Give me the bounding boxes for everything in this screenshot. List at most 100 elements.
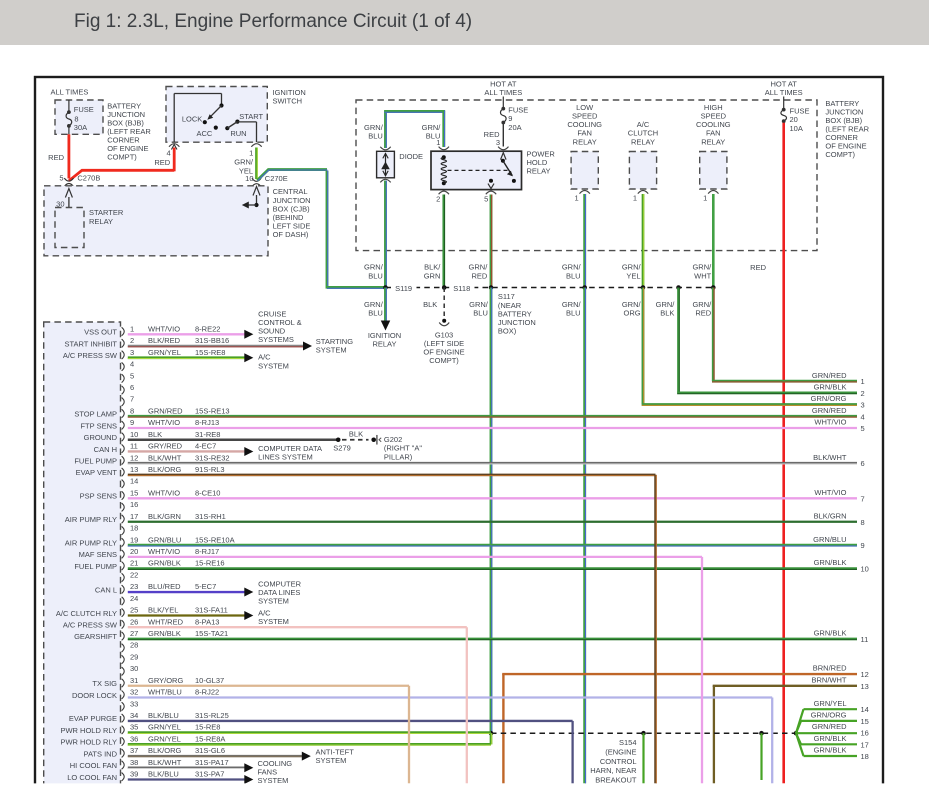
svg-text:20A: 20A [508, 123, 521, 132]
svg-text:38: 38 [130, 758, 138, 767]
svg-text:GRN/ORG: GRN/ORG [811, 711, 847, 720]
svg-text:31S-GL6: 31S-GL6 [195, 746, 225, 755]
svg-text:19: 19 [130, 535, 138, 544]
svg-text:GRY/RED: GRY/RED [148, 442, 183, 451]
svg-text:2: 2 [130, 336, 134, 345]
svg-text:GRN/BLK: GRN/BLK [814, 629, 847, 638]
svg-text:BLK: BLK [349, 429, 363, 438]
svg-text:GRN/RED: GRN/RED [812, 722, 847, 731]
svg-text:31S-FA11: 31S-FA11 [195, 606, 228, 615]
svg-text:RELAY: RELAY [527, 166, 551, 175]
svg-text:WHT/VIO: WHT/VIO [148, 547, 180, 556]
svg-text:1: 1 [633, 194, 637, 203]
svg-text:15: 15 [130, 488, 138, 497]
svg-text:ALL TIMES: ALL TIMES [765, 88, 803, 97]
svg-text:13: 13 [130, 465, 138, 474]
svg-text:22: 22 [130, 570, 138, 579]
svg-text:23: 23 [130, 582, 138, 591]
svg-text:PSP SENS: PSP SENS [80, 492, 117, 501]
svg-text:CONTROL: CONTROL [600, 757, 637, 766]
svg-text:LOCK: LOCK [182, 114, 202, 123]
svg-text:8-RJ22: 8-RJ22 [195, 688, 219, 697]
svg-text:5-EC7: 5-EC7 [195, 582, 216, 591]
svg-text:TX SIG: TX SIG [92, 679, 117, 688]
svg-text:BLK/WHT: BLK/WHT [148, 758, 182, 767]
svg-text:11: 11 [861, 635, 869, 644]
svg-text:GRN: GRN [424, 271, 441, 280]
svg-text:BLK: BLK [148, 430, 162, 439]
svg-text:EVAP PURGE: EVAP PURGE [69, 714, 117, 723]
svg-text:RED: RED [750, 263, 766, 272]
svg-text:FUSE: FUSE [790, 106, 810, 115]
svg-text:9: 9 [130, 418, 134, 427]
svg-text:S154: S154 [619, 738, 637, 747]
svg-text:BLK: BLK [660, 309, 674, 318]
svg-text:RED: RED [695, 309, 711, 318]
svg-text:HI COOL FAN: HI COOL FAN [70, 761, 117, 770]
svg-text:AIR PUMP RLY: AIR PUMP RLY [65, 515, 117, 524]
svg-text:18: 18 [130, 524, 138, 533]
svg-text:GRN/YEL: GRN/YEL [148, 348, 181, 357]
svg-text:15S-RE8: 15S-RE8 [195, 348, 225, 357]
svg-text:WHT/VIO: WHT/VIO [148, 324, 180, 333]
svg-text:31S-PA17: 31S-PA17 [195, 758, 229, 767]
svg-text:5: 5 [484, 195, 488, 204]
svg-text:GRN/ORG: GRN/ORG [811, 394, 847, 403]
svg-text:31: 31 [130, 676, 138, 685]
svg-text:BLU: BLU [473, 309, 488, 318]
svg-text:HARN, NEAR: HARN, NEAR [590, 766, 637, 775]
svg-text:FUSE: FUSE [508, 105, 528, 114]
svg-text:BLU: BLU [368, 132, 383, 141]
svg-text:14: 14 [130, 477, 138, 486]
svg-text:15-RE8A: 15-RE8A [195, 734, 225, 743]
svg-text:BREAKOUT: BREAKOUT [595, 776, 637, 785]
svg-text:RED: RED [154, 158, 170, 167]
svg-text:15-RE8: 15-RE8 [195, 723, 220, 732]
svg-text:GRN/BLK: GRN/BLK [814, 558, 847, 567]
svg-text:BLK/BLU: BLK/BLU [148, 711, 179, 720]
svg-text:21: 21 [130, 559, 138, 568]
svg-text:(ENGINE: (ENGINE [605, 747, 636, 756]
svg-text:GRN/RED: GRN/RED [812, 406, 847, 415]
svg-text:31S-RH1: 31S-RH1 [195, 512, 226, 521]
svg-text:S119: S119 [395, 284, 412, 293]
svg-text:8-CE10: 8-CE10 [195, 488, 220, 497]
svg-text:START INHIBIT: START INHIBIT [64, 339, 117, 348]
svg-text:BLK/YEL: BLK/YEL [148, 606, 178, 615]
svg-text:S279: S279 [333, 443, 351, 452]
svg-text:BRN/WHT: BRN/WHT [812, 675, 847, 684]
svg-text:LINES SYSTEM: LINES SYSTEM [258, 452, 313, 461]
svg-text:15: 15 [861, 717, 869, 726]
svg-text:WHT/RED: WHT/RED [148, 617, 184, 626]
svg-text:1: 1 [436, 138, 440, 147]
svg-text:16: 16 [861, 729, 869, 738]
svg-text:26: 26 [130, 617, 138, 626]
svg-text:PWR HOLD RLY: PWR HOLD RLY [60, 738, 117, 747]
svg-text:17: 17 [130, 512, 138, 521]
svg-text:S118: S118 [453, 284, 470, 293]
svg-text:GRN/BLK: GRN/BLK [814, 734, 847, 743]
svg-text:WHT: WHT [694, 271, 711, 280]
svg-text:WHT/VIO: WHT/VIO [148, 488, 180, 497]
svg-text:C270B: C270B [77, 174, 100, 183]
svg-text:WHT/VIO: WHT/VIO [814, 488, 846, 497]
svg-text:15S-TA21: 15S-TA21 [195, 629, 228, 638]
svg-text:GRN/YEL: GRN/YEL [148, 734, 181, 743]
svg-text:5: 5 [861, 424, 865, 433]
svg-text:BOX): BOX) [498, 327, 517, 336]
svg-text:GRN/YEL: GRN/YEL [814, 699, 847, 708]
svg-text:BLK/GRN: BLK/GRN [814, 511, 847, 520]
svg-text:FUEL PUMP: FUEL PUMP [74, 456, 117, 465]
svg-text:8-PA13: 8-PA13 [195, 617, 219, 626]
svg-text:ALL TIMES: ALL TIMES [51, 88, 89, 97]
svg-text:RELAY: RELAY [631, 137, 655, 146]
svg-text:PILLAR): PILLAR) [384, 452, 413, 461]
svg-text:8: 8 [74, 115, 78, 124]
svg-text:1: 1 [249, 148, 253, 157]
svg-text:A/C PRESS SW: A/C PRESS SW [63, 351, 118, 360]
svg-text:BRN/RED: BRN/RED [813, 664, 847, 673]
svg-text:31-RE8: 31-RE8 [195, 430, 220, 439]
svg-text:8: 8 [130, 406, 134, 415]
svg-text:20: 20 [130, 547, 138, 556]
svg-text:SYSTEM: SYSTEM [258, 776, 289, 785]
